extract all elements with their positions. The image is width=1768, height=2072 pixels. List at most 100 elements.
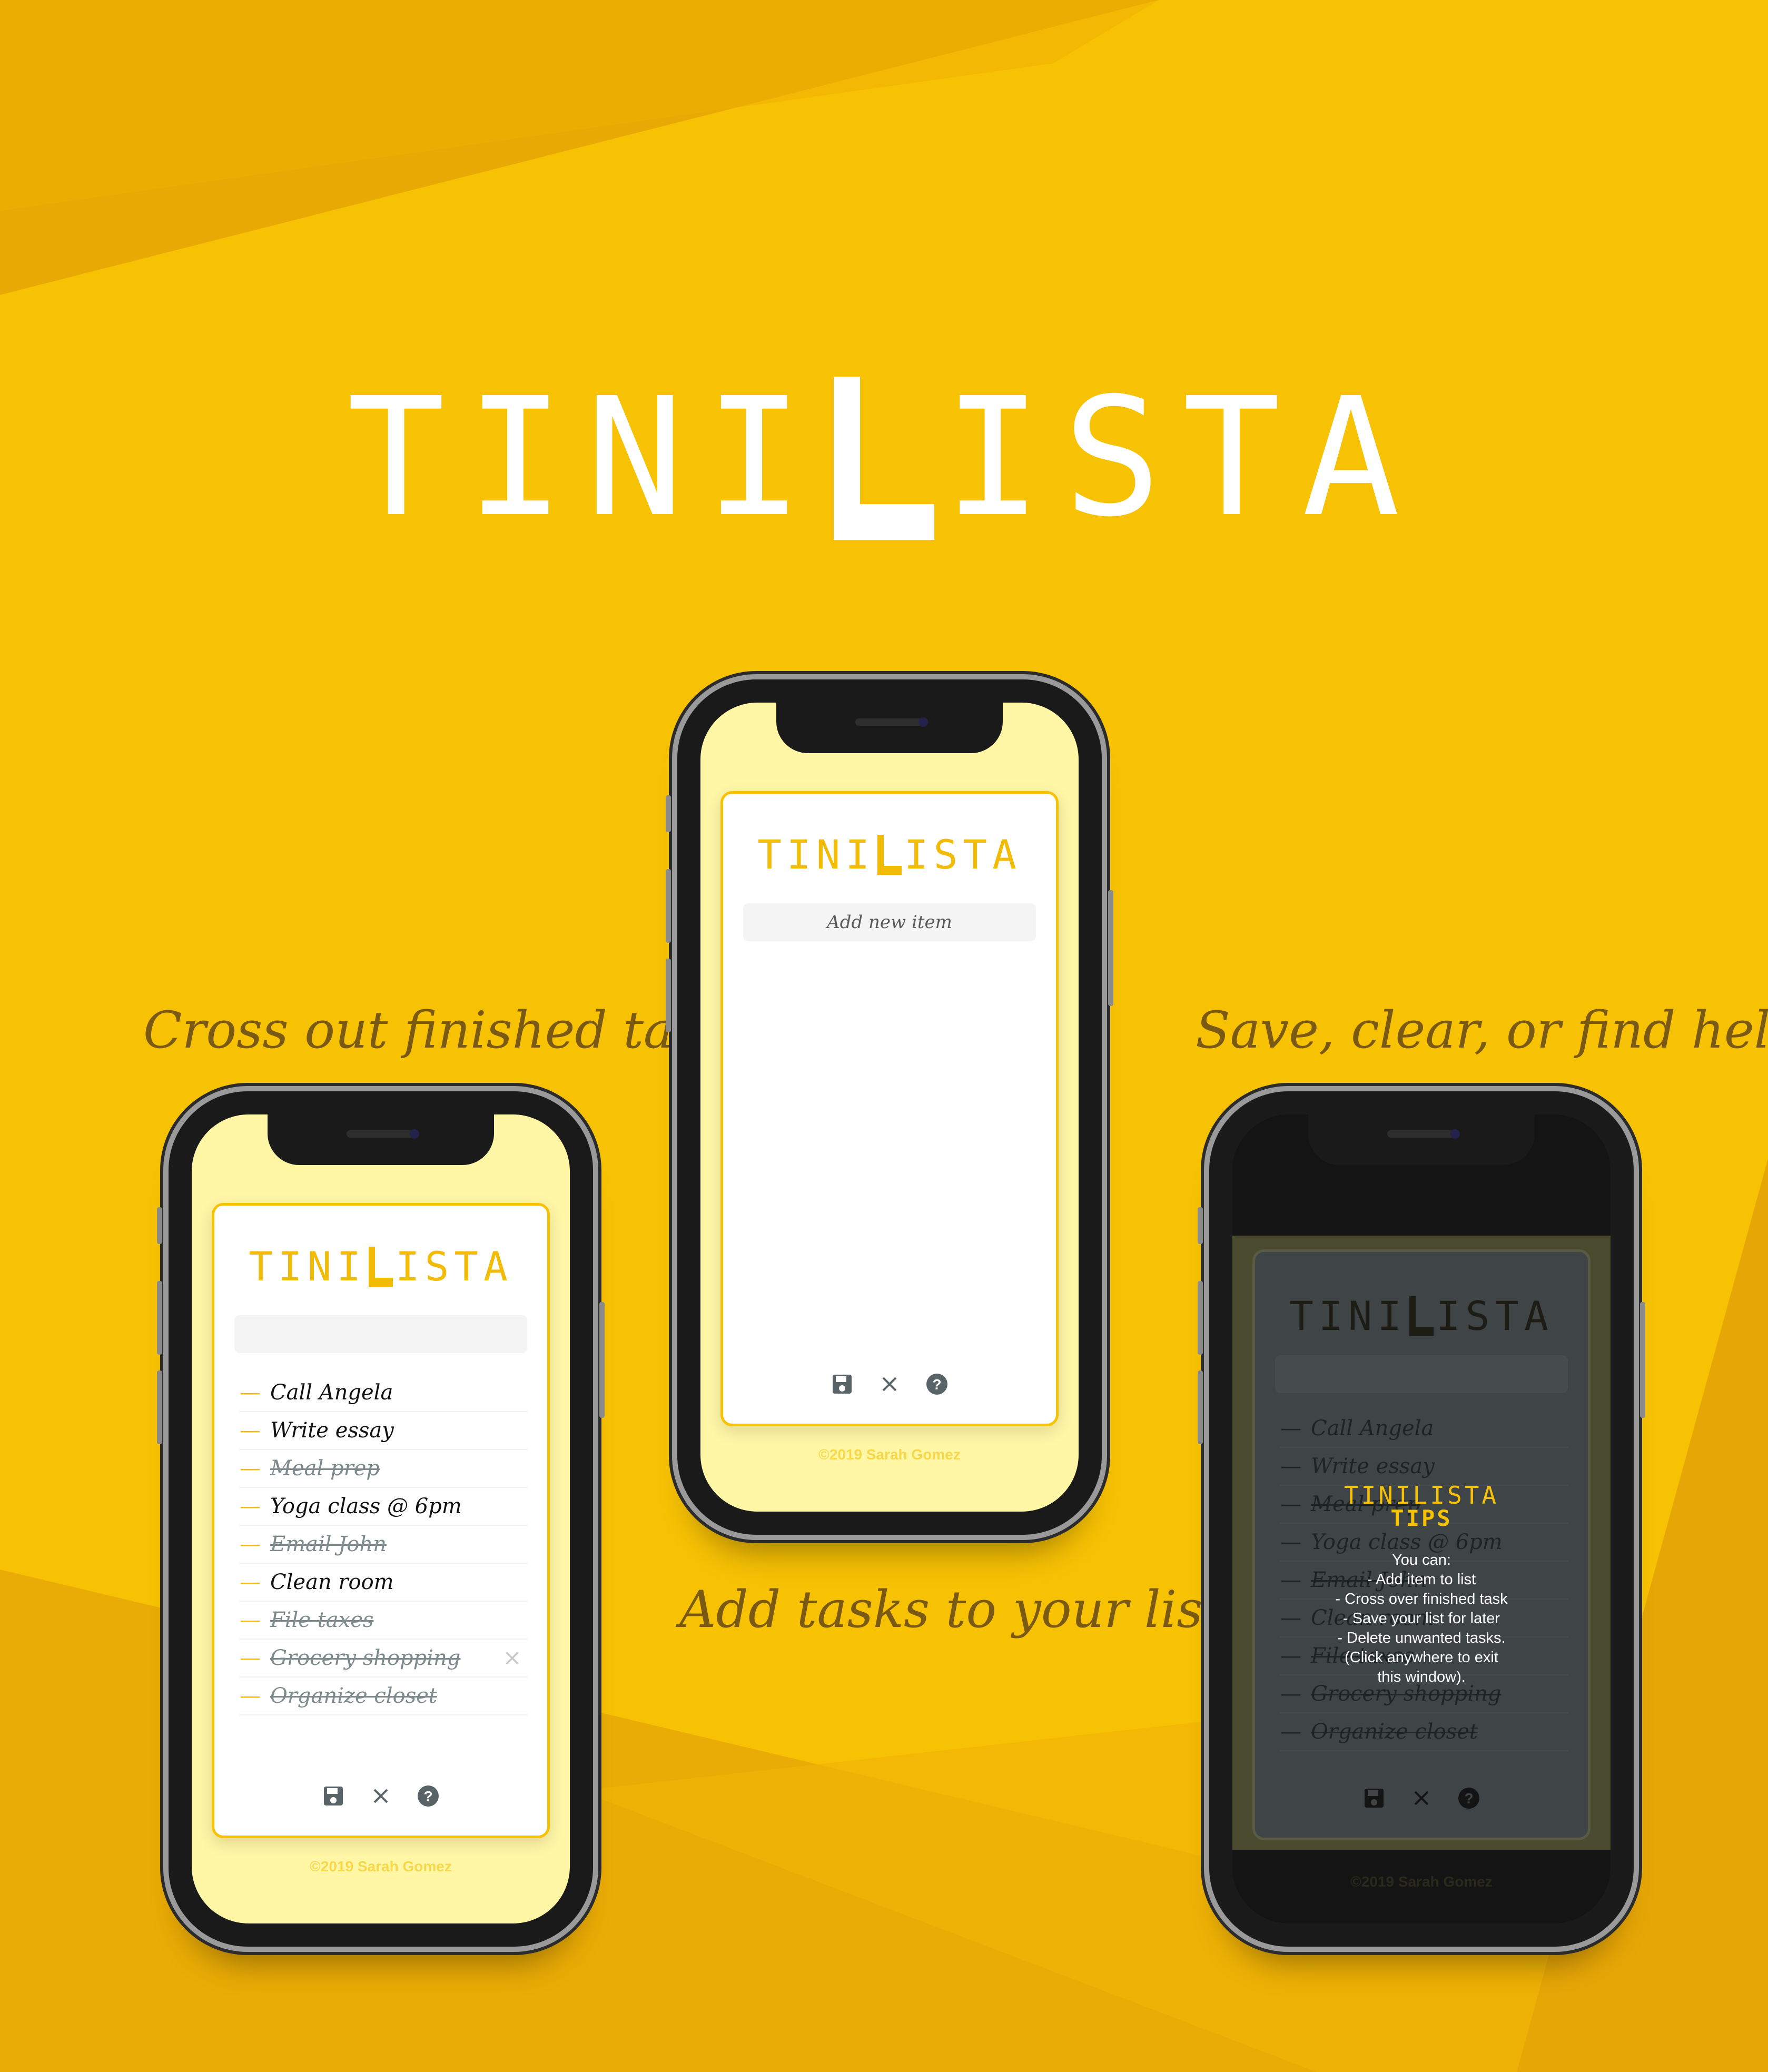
- svg-text:?: ?: [423, 1788, 432, 1804]
- footer-copyright: ©2019 Sarah Gomez: [818, 1446, 961, 1463]
- task-item[interactable]: — File taxes: [240, 1602, 527, 1640]
- task-label: Clean room: [270, 1570, 394, 1594]
- task-list: — Call Angela — Write essay — Meal prep — Yoga …: [240, 1374, 527, 1715]
- task-bullet: —: [240, 1684, 261, 1708]
- phone-notch: [776, 703, 1003, 753]
- clear-button[interactable]: [876, 1371, 903, 1397]
- task-item[interactable]: — Write essay: [240, 1412, 527, 1450]
- add-item-input: [1275, 1355, 1568, 1393]
- task-item[interactable]: — Organize closet: [1280, 1713, 1568, 1751]
- app-title-logo-l: L: [1407, 1296, 1436, 1336]
- task-label: Write essay: [270, 1418, 394, 1443]
- task-item[interactable]: — Call Angela: [1280, 1410, 1568, 1448]
- phone-right: TINILISTA —Call Angela—Write essay—Meal …: [1198, 1091, 1645, 1947]
- floppy-disk-icon: [833, 1375, 852, 1394]
- app-title-part-1: TINI: [249, 1243, 367, 1290]
- task-item[interactable]: — Write essay: [1280, 1448, 1568, 1486]
- floppy-disk-icon: [1365, 1789, 1384, 1808]
- app-card: TINILISTA Add new item ?: [720, 791, 1059, 1426]
- app-title-part-1: TINI: [1289, 1292, 1407, 1339]
- caption-center: Add tasks to your list.: [679, 1580, 1239, 1639]
- add-item-input[interactable]: [234, 1315, 527, 1353]
- app-title-part-1: TINI: [757, 831, 875, 878]
- task-item[interactable]: — Yoga class @ 6pm: [240, 1488, 527, 1526]
- task-bullet: —: [240, 1608, 261, 1632]
- add-item-input[interactable]: Add new item: [743, 903, 1036, 941]
- tips-line: - Add item to list: [1367, 1571, 1476, 1588]
- svg-text:?: ?: [1464, 1790, 1473, 1807]
- save-button[interactable]: [320, 1783, 347, 1809]
- close-icon: [1414, 1791, 1429, 1805]
- task-label: Call Angela: [1311, 1416, 1434, 1440]
- task-bullet: —: [240, 1532, 261, 1556]
- tips-subtitle: TIPS: [1390, 1505, 1453, 1531]
- task-bullet: —: [240, 1418, 261, 1443]
- screen-right: TINILISTA —Call Angela—Write essay—Meal …: [1232, 1114, 1611, 1923]
- task-bullet: —: [240, 1646, 261, 1670]
- tips-line: - Delete unwanted tasks.: [1337, 1630, 1506, 1646]
- task-bullet: —: [240, 1380, 261, 1405]
- screen-left: TINILISTA — Call Angela — Write essay — Meal …: [192, 1114, 570, 1923]
- help-button[interactable]: ?: [415, 1783, 441, 1809]
- tips-line: (Click anywhere to exit: [1345, 1649, 1498, 1666]
- hero-title: TINILISTA: [0, 363, 1768, 553]
- task-label: Organize closet: [270, 1684, 437, 1708]
- task-label: Yoga class @ 6pm: [270, 1494, 462, 1518]
- help-button: ?: [1456, 1785, 1482, 1811]
- clear-button[interactable]: [368, 1783, 394, 1809]
- task-label: Write essay: [1311, 1454, 1435, 1478]
- tips-line: - Cross over finished task: [1335, 1591, 1508, 1607]
- task-bullet: —: [1280, 1454, 1301, 1478]
- task-item[interactable]: — Clean room: [240, 1564, 527, 1602]
- tips-title: TINILISTA: [1344, 1481, 1499, 1509]
- task-label: Email John: [270, 1532, 387, 1556]
- question-circle-icon: ?: [1458, 1788, 1479, 1809]
- footer-copyright: ©2019 Sarah Gomez: [1350, 1873, 1493, 1890]
- screen-center: TINILISTA Add new item ? ©2019 Sarah Gom…: [700, 703, 1079, 1512]
- camera-icon: [918, 717, 928, 727]
- floppy-disk-icon: [324, 1787, 343, 1805]
- camera-icon: [1450, 1129, 1460, 1139]
- svg-text:?: ?: [932, 1376, 941, 1393]
- app-title: TINILISTA: [1255, 1296, 1588, 1336]
- task-label: Call Angela: [270, 1380, 393, 1405]
- close-icon: [373, 1789, 388, 1803]
- tips-intro: You can:: [1392, 1552, 1451, 1568]
- task-bullet: —: [240, 1570, 261, 1594]
- tips-body: You can: - Add item to list - Cross over…: [1232, 1551, 1611, 1687]
- app-title-part-2: ISTA: [904, 831, 1022, 878]
- phone-left: TINILISTA — Call Angela — Write essay — Meal …: [157, 1091, 605, 1947]
- task-item[interactable]: — Meal prep: [240, 1450, 527, 1488]
- task-bullet: —: [240, 1456, 261, 1481]
- task-label: File taxes: [270, 1608, 374, 1632]
- app-title: TINILISTA: [723, 835, 1056, 875]
- task-label: Organize closet: [1311, 1720, 1478, 1744]
- caption-right: Save, clear, or find help!: [1196, 1001, 1768, 1060]
- hero-title-part-1: TINI: [347, 363, 825, 553]
- help-button[interactable]: ?: [924, 1371, 950, 1397]
- tips-line: this window).: [1377, 1669, 1466, 1685]
- save-button[interactable]: [829, 1371, 855, 1397]
- task-bullet: —: [1280, 1416, 1301, 1440]
- camera-icon: [410, 1129, 419, 1139]
- phone-center: TINILISTA Add new item ? ©2019 Sarah Gom…: [666, 679, 1113, 1535]
- tips-modal[interactable]: TINILISTA TIPS You can: - Add item to li…: [1232, 1483, 1611, 1687]
- app-title: TINILISTA: [214, 1247, 547, 1287]
- hero-title-logo-l: L: [824, 377, 944, 540]
- toolbar: ?: [723, 1370, 1056, 1398]
- delete-task-icon[interactable]: ×: [502, 1640, 522, 1676]
- phone-notch: [268, 1114, 494, 1165]
- task-item[interactable]: — Call Angela: [240, 1374, 527, 1412]
- task-item[interactable]: — Email John: [240, 1526, 527, 1564]
- task-item[interactable]: — Organize closet: [240, 1678, 527, 1715]
- task-label: Grocery shopping: [270, 1646, 461, 1670]
- footer-copyright: ©2019 Sarah Gomez: [310, 1858, 452, 1874]
- toolbar: ?: [214, 1782, 547, 1810]
- task-label: Meal prep: [270, 1456, 380, 1481]
- question-circle-icon: ?: [926, 1374, 947, 1395]
- app-title-logo-l: L: [875, 835, 904, 875]
- app-title-logo-l: L: [366, 1247, 396, 1287]
- app-card: TINILISTA — Call Angela — Write essay — Meal …: [212, 1203, 550, 1838]
- task-item[interactable]: — Grocery shopping ×: [240, 1640, 527, 1678]
- phone-notch: [1308, 1114, 1535, 1165]
